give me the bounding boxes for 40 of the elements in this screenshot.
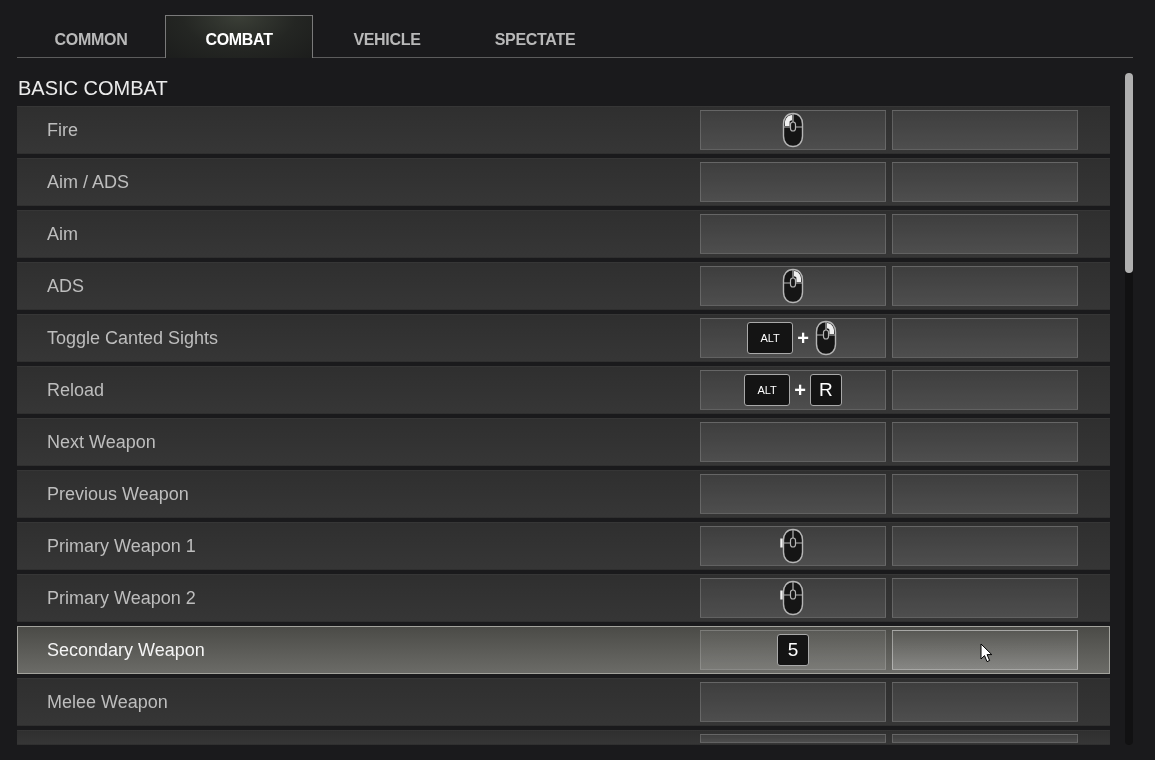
binding-slot[interactable]: ALT + [700, 318, 886, 358]
scrollbar-thumb[interactable] [1125, 73, 1133, 273]
plus-sign: + [794, 380, 806, 400]
keycap: ALT [747, 322, 794, 354]
pointer-cursor-icon [980, 643, 993, 663]
binding-row[interactable]: Secondary Weapon 5 [17, 626, 1110, 674]
binding-slot[interactable] [700, 526, 886, 566]
binding-row[interactable]: Primary Weapon 1 [17, 522, 1110, 570]
plus-sign: + [797, 328, 809, 348]
section-title: BASIC COMBAT [17, 76, 169, 101]
keycap: ALT [744, 374, 791, 406]
action-label: Previous Weapon [47, 483, 190, 505]
keycap: R [809, 374, 842, 406]
binding-slot[interactable] [700, 578, 886, 618]
binding-slot[interactable] [700, 266, 886, 306]
action-label: Reload [47, 379, 106, 401]
action-label: Fire [47, 119, 79, 141]
action-label: Next Weapon [47, 431, 157, 453]
binding-slot[interactable] [700, 110, 886, 150]
action-label: Primary Weapon 2 [47, 587, 197, 609]
binding-row[interactable]: ADS [17, 262, 1110, 310]
action-label: Aim [47, 223, 79, 245]
action-label: ADS [47, 275, 85, 297]
action-label: Aim / ADS [47, 171, 131, 193]
tab[interactable]: COMMON [17, 15, 165, 57]
binding-slot[interactable]: ALT + R [700, 370, 886, 410]
binding-slot[interactable]: 5 [700, 630, 886, 670]
scrollbar-track[interactable] [1125, 73, 1133, 745]
action-label: Toggle Canted Sights [47, 327, 220, 349]
action-label: Secondary Weapon [47, 639, 206, 661]
action-label: Melee Weapon [47, 691, 169, 713]
binding-row[interactable]: Toggle Canted Sights ALT + [17, 314, 1110, 362]
tab[interactable]: COMBAT [165, 15, 313, 58]
binding-row[interactable]: Fire [17, 106, 1110, 154]
tab[interactable]: SPECTATE [461, 15, 609, 57]
binding-row[interactable]: Reload ALT + R [17, 366, 1110, 414]
keycap: 5 [777, 634, 809, 666]
action-label: Primary Weapon 1 [47, 535, 197, 557]
binding-row[interactable]: Primary Weapon 2 [17, 574, 1110, 622]
tab[interactable]: VEHICLE [313, 15, 461, 57]
